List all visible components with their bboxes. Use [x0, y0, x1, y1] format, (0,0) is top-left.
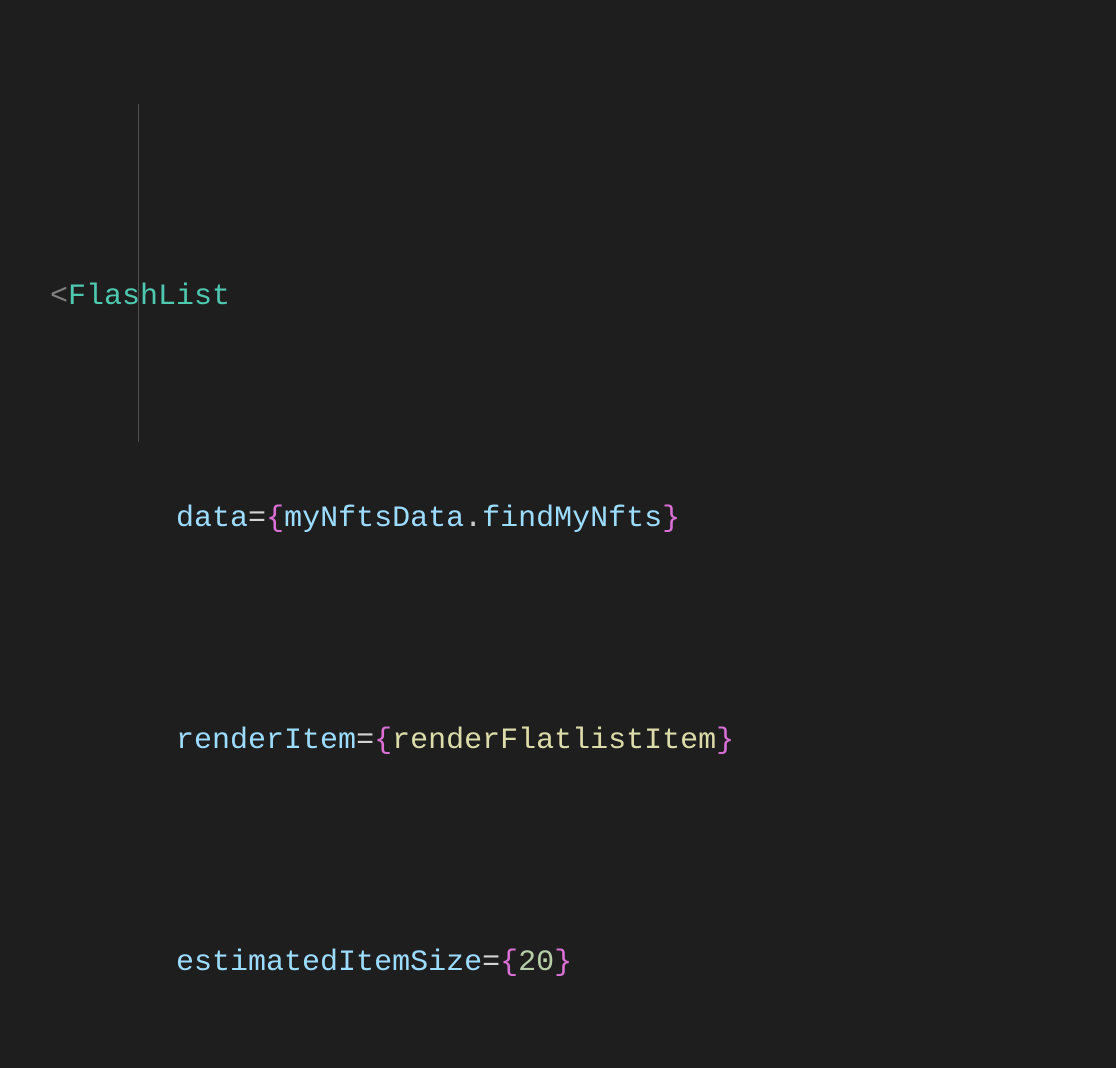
function-renderflatlistitem: renderFlatlistItem — [392, 724, 716, 758]
code-line-renderitem: renderItem={renderFlatlistItem} — [50, 714, 1066, 770]
angle-bracket-open: < — [50, 280, 68, 314]
jsx-attr-data: data — [176, 502, 248, 536]
code-block[interactable]: <FlashList data={myNftsData.findMyNfts} … — [50, 48, 1066, 1068]
jsx-attr-estimateditemsize: estimatedItemSize — [176, 946, 482, 980]
brace-close: } — [662, 502, 680, 536]
jsx-tag-name: FlashList — [68, 280, 230, 314]
code-line-data: data={myNftsData.findMyNfts} — [50, 492, 1066, 548]
variable-mynftsdata: myNftsData — [284, 502, 464, 536]
property-findmynfts: findMyNfts — [482, 502, 662, 536]
number-literal-20: 20 — [518, 946, 554, 980]
jsx-attr-renderitem: renderItem — [176, 724, 356, 758]
code-line-estimateditemsize: estimatedItemSize={20} — [50, 936, 1066, 992]
indent-guide — [138, 104, 139, 442]
brace-open: { — [266, 502, 284, 536]
code-line-open-tag: <FlashList — [50, 270, 1066, 326]
